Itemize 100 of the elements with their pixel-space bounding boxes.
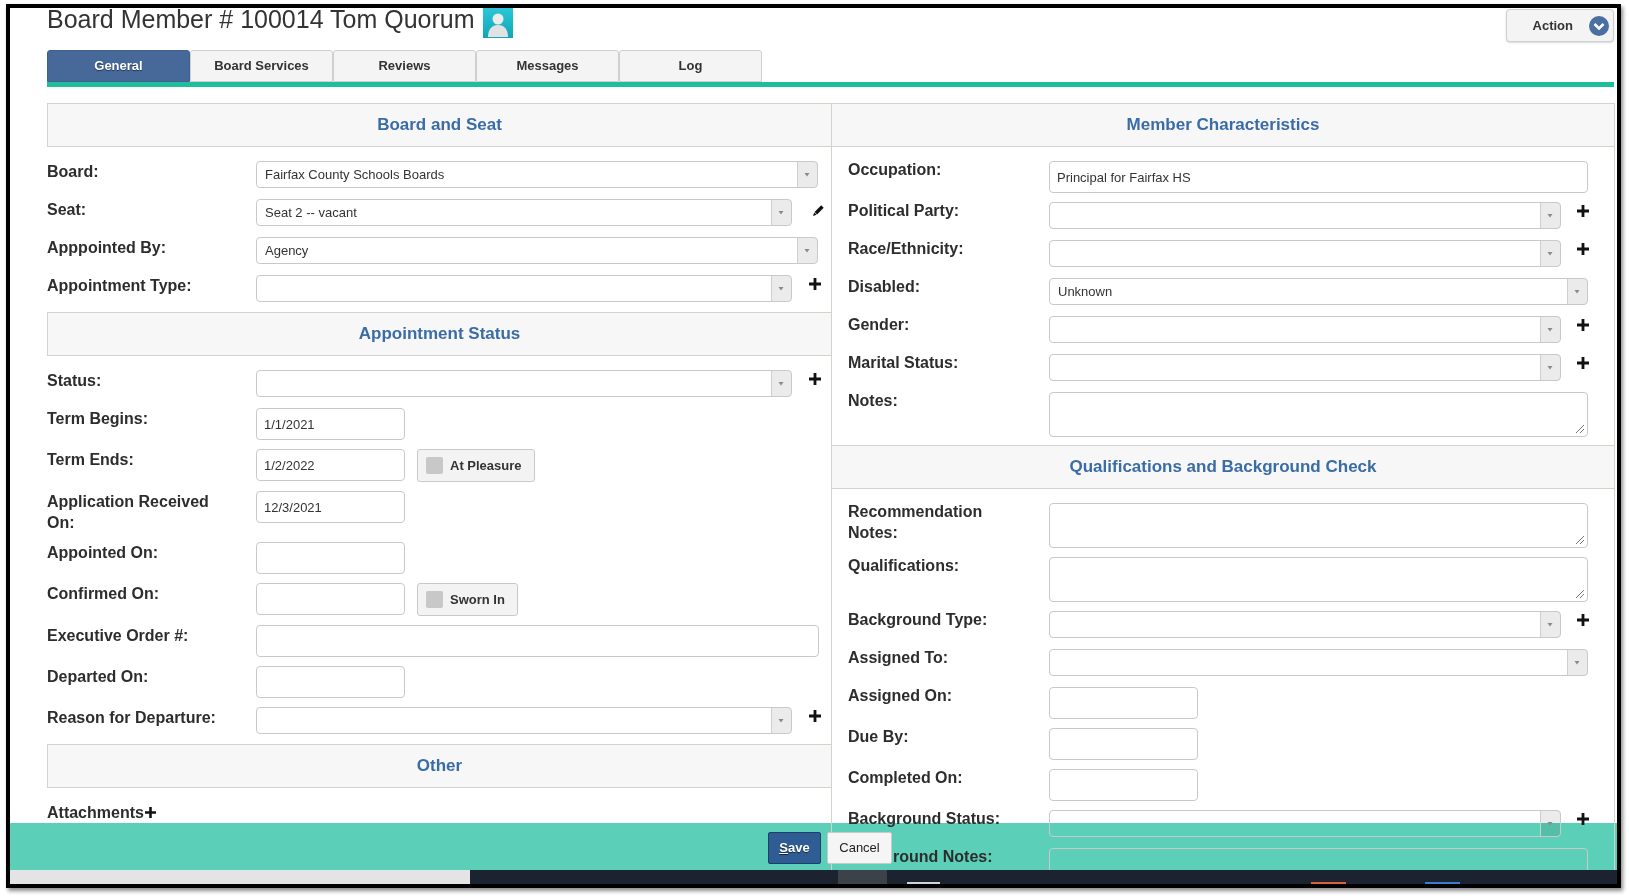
caret-icon[interactable]	[797, 238, 817, 263]
pencil-icon[interactable]	[813, 205, 824, 216]
date-field[interactable]	[256, 666, 405, 698]
field-label: Race/Ethnicity:	[848, 239, 964, 259]
resize-grip-icon[interactable]	[1575, 535, 1585, 545]
text-field[interactable]	[256, 625, 819, 657]
save-button[interactable]: Save	[768, 832, 821, 864]
dropdown[interactable]	[1049, 810, 1561, 837]
field-label: Status:	[47, 371, 102, 391]
caret-icon[interactable]	[797, 162, 817, 187]
resize-grip-icon[interactable]	[1575, 424, 1585, 434]
taskbar-button[interactable]	[838, 870, 887, 884]
field-label: Apppointed By:	[47, 238, 167, 258]
date-field[interactable]: 12/3/2021	[256, 491, 405, 523]
section-header: Other	[47, 744, 831, 788]
field-label: Occupation:	[848, 160, 942, 180]
tab[interactable]: Reviews	[333, 50, 476, 82]
field-label: Term Begins:	[47, 409, 149, 429]
field-label: Recommendation Notes:	[848, 502, 984, 543]
field-label: Completed On:	[848, 768, 963, 788]
dropdown[interactable]: Unknown	[1049, 278, 1588, 305]
plus-icon[interactable]	[1577, 357, 1589, 369]
section-header: Appointment Status	[47, 312, 831, 356]
caret-icon[interactable]	[1540, 355, 1560, 380]
tab[interactable]: General	[47, 50, 190, 82]
plus-icon[interactable]	[1577, 319, 1589, 331]
caret-icon[interactable]	[1540, 203, 1560, 228]
plus-icon[interactable]	[809, 710, 821, 722]
dropdown[interactable]	[256, 275, 792, 302]
plus-icon[interactable]	[1577, 243, 1589, 255]
field-label: Due By:	[848, 727, 909, 747]
action-button[interactable]: Action	[1506, 9, 1614, 42]
field-label: Background Type:	[848, 610, 988, 630]
section-header: Member Characteristics	[832, 103, 1614, 147]
text-field[interactable]: Principal for Fairfax HS	[1049, 161, 1588, 193]
person-icon	[482, 8, 513, 38]
field-label: Gender:	[848, 315, 910, 335]
caret-icon[interactable]	[771, 276, 791, 301]
plus-icon[interactable]	[1577, 205, 1589, 217]
tab[interactable]: Log	[619, 50, 762, 82]
checkbox[interactable]	[426, 591, 443, 608]
plus-icon[interactable]	[809, 278, 821, 290]
field-label: Seat:	[47, 200, 87, 220]
caret-icon[interactable]	[1567, 650, 1587, 675]
resize-grip-icon[interactable]	[1575, 589, 1585, 599]
caret-icon[interactable]	[771, 371, 791, 396]
dropdown[interactable]	[256, 370, 792, 397]
field-label: Disabled:	[848, 277, 920, 297]
field-label: Background Status:	[848, 809, 1000, 829]
tab[interactable]: Messages	[476, 50, 619, 82]
field-label: Notes:	[848, 391, 898, 411]
field-label: Marital Status:	[848, 353, 959, 373]
caret-icon[interactable]	[1567, 279, 1587, 304]
dropdown[interactable]	[1049, 649, 1588, 676]
caret-icon[interactable]	[1540, 612, 1560, 637]
dropdown[interactable]	[1049, 611, 1561, 638]
checkbox[interactable]	[426, 457, 443, 474]
date-field[interactable]	[1049, 728, 1198, 760]
field-label: round Notes:	[893, 847, 993, 867]
field-label: Qualifications:	[848, 556, 960, 576]
caret-icon[interactable]	[1540, 317, 1560, 342]
field-label: Executive Order #:	[47, 626, 189, 646]
field-label: Political Party:	[848, 201, 960, 221]
plus-icon[interactable]	[809, 373, 821, 385]
field-label: Reason for Departure:	[47, 708, 216, 728]
dropdown[interactable]: Agency	[256, 237, 818, 264]
toggle-button[interactable]: At Pleasure	[417, 449, 535, 482]
field-label: Board:	[47, 162, 99, 182]
caret-icon[interactable]	[771, 200, 791, 225]
caret-icon[interactable]	[1540, 241, 1560, 266]
plus-icon[interactable]	[1577, 614, 1589, 626]
tab[interactable]: Board Services	[190, 50, 333, 82]
date-field[interactable]: 1/2/2022	[256, 449, 405, 481]
dropdown[interactable]	[1049, 316, 1561, 343]
date-field[interactable]	[256, 542, 405, 574]
dropdown[interactable]: Seat 2 -- vacant	[256, 199, 792, 226]
field-label: Term Ends:	[47, 450, 134, 470]
date-field[interactable]	[1049, 769, 1198, 801]
date-field[interactable]	[1049, 687, 1198, 719]
dropdown[interactable]: Fairfax County Schools Boards	[256, 161, 818, 188]
date-field[interactable]	[256, 583, 405, 615]
caret-icon[interactable]	[1540, 811, 1560, 836]
dropdown[interactable]	[1049, 240, 1561, 267]
chevron-down-icon[interactable]	[1589, 15, 1609, 36]
field-label: Application Received On:	[47, 492, 210, 533]
field-label: Departed On:	[47, 667, 149, 687]
scrollbar[interactable]	[10, 870, 470, 884]
plus-icon[interactable]	[144, 807, 156, 818]
caret-icon[interactable]	[771, 708, 791, 733]
toggle-button[interactable]: Sworn In	[417, 583, 518, 616]
field-label: Attachments	[47, 803, 144, 823]
plus-icon[interactable]	[1577, 813, 1589, 825]
field-label: Appointed On:	[47, 543, 159, 563]
dropdown[interactable]	[1049, 354, 1561, 381]
date-field[interactable]: 1/1/2021	[256, 408, 405, 440]
field-label: Assigned On:	[848, 686, 952, 706]
section-header: Board and Seat	[47, 103, 831, 147]
cancel-button[interactable]: Cancel	[827, 832, 892, 864]
dropdown[interactable]	[256, 707, 792, 734]
dropdown[interactable]	[1049, 202, 1561, 229]
